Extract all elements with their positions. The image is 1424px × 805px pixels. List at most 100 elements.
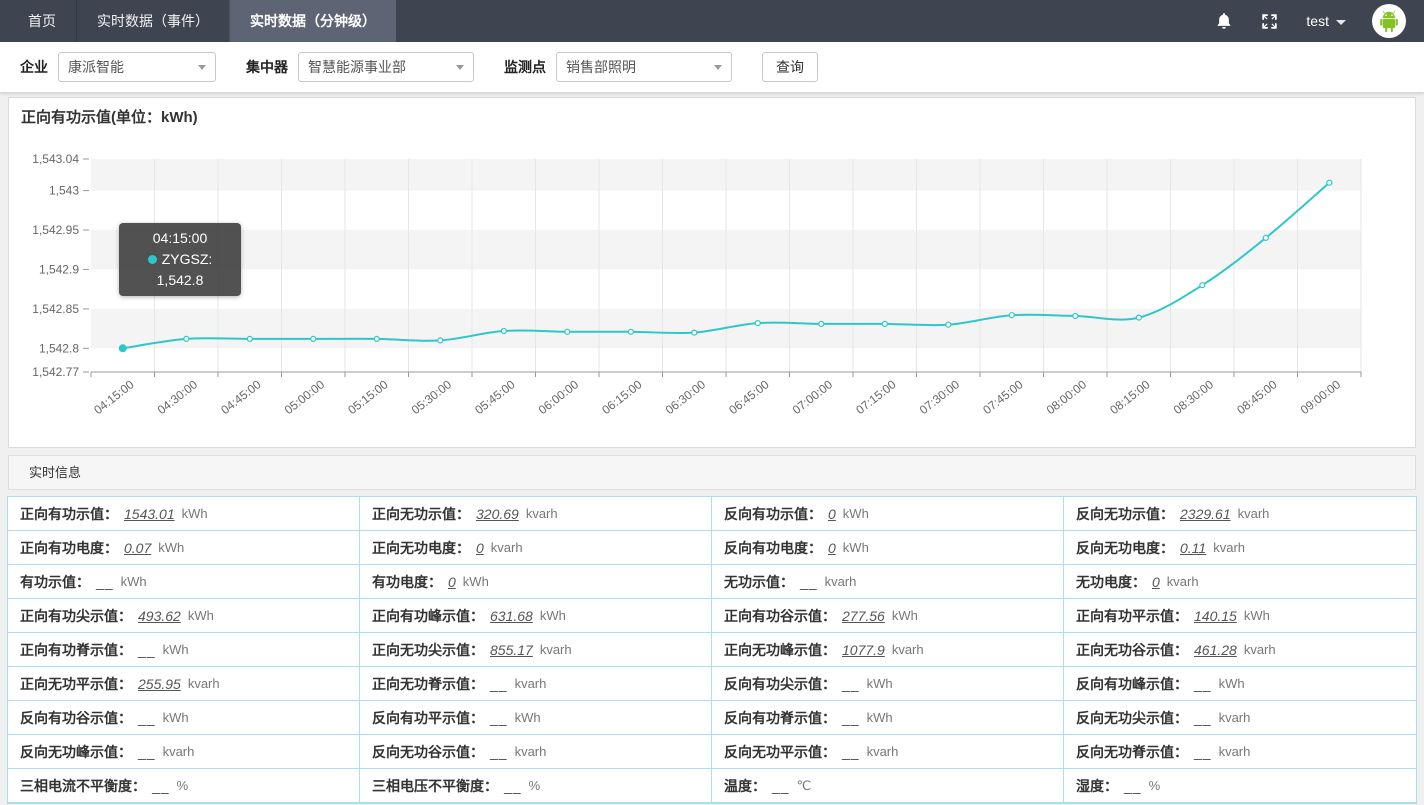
metric-label: 正向无功峰示值： xyxy=(724,640,836,660)
svg-text:1,542.85: 1,542.85 xyxy=(32,302,79,316)
metric-value[interactable]: 140.15 xyxy=(1194,608,1237,624)
metric-unit: kWh xyxy=(540,608,566,623)
filter-select[interactable]: 智慧能源事业部 xyxy=(298,52,474,82)
metric-value[interactable]: 2329.61 xyxy=(1180,506,1231,522)
metric-cell: 正向有功示值：1543.01kWh xyxy=(8,497,360,531)
metric-value[interactable]: 493.62 xyxy=(138,608,181,624)
metric-unit: kvarh xyxy=(1167,574,1199,589)
metric-value[interactable]: 0 xyxy=(448,574,456,590)
metric-unit: kvarh xyxy=(1238,506,1270,521)
metric-value[interactable]: 0.07 xyxy=(124,540,151,556)
metric-value: __ xyxy=(842,744,860,760)
metric-label: 有功电度： xyxy=(372,572,442,592)
metric-cell: 无功示值：__kvarh xyxy=(712,565,1064,599)
metric-cell: 正向有功谷示值：277.56kWh xyxy=(712,599,1064,633)
metric-unit: kvarh xyxy=(1219,710,1251,725)
filter-label: 企业 xyxy=(20,57,48,77)
svg-text:08:15:00: 08:15:00 xyxy=(1107,377,1153,417)
metric-label: 正向有功示值： xyxy=(20,504,118,524)
metric-cell: 正向有功峰示值：631.68kWh xyxy=(360,599,712,633)
metric-cell: 正向无功示值：320.69kvarh xyxy=(360,497,712,531)
metric-value[interactable]: 320.69 xyxy=(476,506,519,522)
metric-value[interactable]: 277.56 xyxy=(842,608,885,624)
line-chart[interactable]: 1,543.041,5431,542.951,542.91,542.851,54… xyxy=(9,98,1415,447)
metric-value[interactable]: 855.17 xyxy=(490,642,533,658)
metric-value[interactable]: 0 xyxy=(1152,574,1160,590)
metric-value[interactable]: 0 xyxy=(828,506,836,522)
svg-text:09:00:00: 09:00:00 xyxy=(1298,377,1344,417)
filter-select[interactable]: 销售部照明 xyxy=(556,52,732,82)
metric-cell: 反向无功脊示值：__kvarh xyxy=(1064,735,1416,769)
metric-unit: % xyxy=(1149,778,1161,793)
svg-text:05:45:00: 05:45:00 xyxy=(472,377,518,417)
metric-value: __ xyxy=(138,710,156,726)
metric-unit: kvarh xyxy=(1213,540,1245,555)
metric-unit: kvarh xyxy=(188,676,220,691)
metric-cell: 反向无功示值： 2329.61 kvarh xyxy=(1064,497,1416,531)
metric-unit: kWh xyxy=(867,710,893,725)
nav-tab[interactable]: 实时数据（分钟级） xyxy=(229,0,396,42)
metric-unit: kvarh xyxy=(825,574,857,589)
svg-text:06:45:00: 06:45:00 xyxy=(726,377,772,417)
metric-value[interactable]: 0.11 xyxy=(1180,540,1206,556)
metric-unit: % xyxy=(177,778,189,793)
svg-text:06:30:00: 06:30:00 xyxy=(663,377,709,417)
svg-text:08:45:00: 08:45:00 xyxy=(1234,377,1280,417)
metric-value[interactable]: 631.68 xyxy=(490,608,533,624)
metric-cell: 有功电度：0kWh xyxy=(360,565,712,599)
metric-unit: ℃ xyxy=(797,778,812,794)
metric-label: 正向无功谷示值： xyxy=(1076,640,1188,660)
metric-label: 正向无功电度： xyxy=(372,538,470,558)
top-navbar: 首页实时数据（事件）实时数据（分钟级） test xyxy=(0,0,1424,42)
filter-select-value: 智慧能源事业部 xyxy=(308,57,406,77)
metric-value[interactable]: 461.28 xyxy=(1194,642,1237,658)
nav-tab[interactable]: 实时数据（事件） xyxy=(76,0,229,42)
metric-cell: 反向有功脊示值：__kWh xyxy=(712,701,1064,735)
filter-select-value: 销售部照明 xyxy=(566,57,636,77)
metric-unit: kvarh xyxy=(867,744,899,759)
metric-unit: kWh xyxy=(1244,608,1270,623)
svg-text:07:30:00: 07:30:00 xyxy=(917,377,963,417)
filter-select[interactable]: 康派智能 xyxy=(58,52,216,82)
metric-unit: kvarh xyxy=(491,540,523,555)
fullscreen-icon[interactable] xyxy=(1260,11,1280,31)
metric-label: 反向有功脊示值： xyxy=(724,708,836,728)
chart-title: 正向有功示值(单位：kWh) xyxy=(21,106,198,127)
metric-label: 反向有功尖示值： xyxy=(724,674,836,694)
svg-text:04:45:00: 04:45:00 xyxy=(218,377,264,417)
svg-text:04:15:00: 04:15:00 xyxy=(91,377,137,417)
metric-label: 正向无功示值： xyxy=(372,504,470,524)
metric-label: 反向有功电度： xyxy=(724,538,822,558)
metric-label: 反向无功示值： xyxy=(1076,504,1174,524)
realtime-table: 正向有功示值：1543.01kWh正向无功示值：320.69kvarh反向有功示… xyxy=(7,496,1417,804)
metric-value: __ xyxy=(152,778,170,794)
metric-cell: 有功示值：__kWh xyxy=(8,565,360,599)
metric-unit: kWh xyxy=(1219,676,1245,691)
metric-cell: 反向有功平示值：__kWh xyxy=(360,701,712,735)
metric-label: 湿度： xyxy=(1076,776,1118,796)
metric-unit: kWh xyxy=(163,642,189,657)
user-menu[interactable]: test xyxy=(1306,13,1346,29)
android-avatar[interactable] xyxy=(1372,4,1406,38)
metric-value[interactable]: 1543.01 xyxy=(124,506,175,522)
metric-cell: 反向无功峰示值：__kvarh xyxy=(8,735,360,769)
metric-value[interactable]: 1077.9 xyxy=(842,642,885,658)
bell-icon[interactable] xyxy=(1214,11,1234,31)
metric-value[interactable]: 0 xyxy=(476,540,484,556)
metric-value[interactable]: 255.95 xyxy=(138,676,181,692)
metric-value[interactable]: 0 xyxy=(828,540,836,556)
metric-label: 三相电流不平衡度： xyxy=(20,776,146,796)
metric-label: 三相电压不平衡度： xyxy=(372,776,498,796)
metric-unit: kWh xyxy=(121,574,147,589)
metric-label: 正向无功平示值： xyxy=(20,674,132,694)
metric-value: __ xyxy=(842,676,860,692)
metric-label: 正向有功电度： xyxy=(20,538,118,558)
query-button[interactable]: 查询 xyxy=(762,52,818,82)
metric-cell: 反向有功谷示值：__kWh xyxy=(8,701,360,735)
metric-value: __ xyxy=(504,778,522,794)
metric-label: 反向无功脊示值： xyxy=(1076,742,1188,762)
svg-text:05:00:00: 05:00:00 xyxy=(282,377,328,417)
metric-unit: kvarh xyxy=(540,642,572,657)
metric-label: 正向有功平示值： xyxy=(1076,606,1188,626)
nav-tab[interactable]: 首页 xyxy=(8,0,76,42)
